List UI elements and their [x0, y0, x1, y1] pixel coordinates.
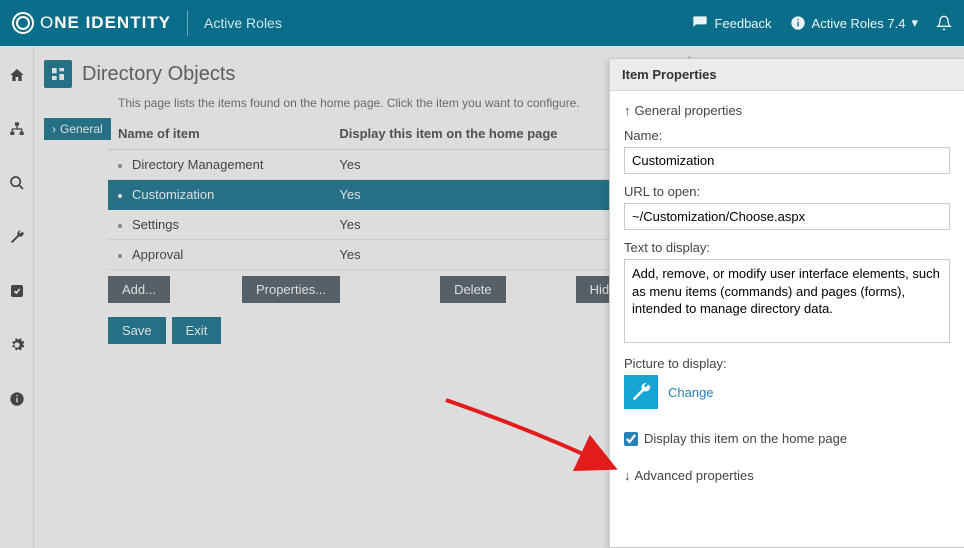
- advanced-section-toggle[interactable]: ↓ Advanced properties: [624, 468, 950, 483]
- top-bar: ONE IDENTITY Active Roles Feedback Activ…: [0, 0, 964, 46]
- info-icon: [790, 15, 806, 31]
- picture-label: Picture to display:: [624, 356, 950, 371]
- change-picture-link[interactable]: Change: [668, 385, 714, 400]
- wrench-icon: [630, 381, 652, 403]
- arrow-down-icon: ↓: [624, 468, 631, 483]
- brand: ONE IDENTITY Active Roles: [12, 10, 282, 36]
- caret-down-icon: ▾: [911, 15, 918, 31]
- display-checkbox-label[interactable]: Display this item on the home page: [644, 431, 847, 446]
- item-properties-panel: Item Properties ↑ General properties Nam…: [609, 58, 964, 548]
- url-label: URL to open:: [624, 184, 950, 199]
- feedback-link[interactable]: Feedback: [692, 15, 771, 31]
- display-checkbox[interactable]: [624, 432, 638, 446]
- feedback-label: Feedback: [714, 16, 771, 31]
- general-section-label: General properties: [635, 103, 743, 118]
- arrow-up-icon: ↑: [624, 103, 631, 118]
- picture-preview: [624, 375, 658, 409]
- name-field[interactable]: [624, 147, 950, 174]
- brand-subtitle: Active Roles: [204, 15, 282, 31]
- brand-name: ONE IDENTITY: [40, 13, 171, 33]
- brand-divider: [187, 10, 188, 36]
- panel-title: Item Properties: [610, 59, 964, 91]
- chat-icon: [692, 15, 708, 31]
- advanced-section-label: Advanced properties: [635, 468, 754, 483]
- text-label: Text to display:: [624, 240, 950, 255]
- text-field[interactable]: [624, 259, 950, 343]
- version-label: Active Roles 7.4: [812, 16, 906, 31]
- display-checkbox-row: Display this item on the home page: [624, 431, 950, 446]
- version-dropdown[interactable]: Active Roles 7.4 ▾: [790, 15, 918, 31]
- notifications-button[interactable]: [936, 15, 952, 31]
- url-field[interactable]: [624, 203, 950, 230]
- general-section-toggle[interactable]: ↑ General properties: [624, 103, 950, 118]
- brand-logo-icon: [12, 12, 34, 34]
- bell-icon: [936, 15, 952, 31]
- name-label: Name:: [624, 128, 950, 143]
